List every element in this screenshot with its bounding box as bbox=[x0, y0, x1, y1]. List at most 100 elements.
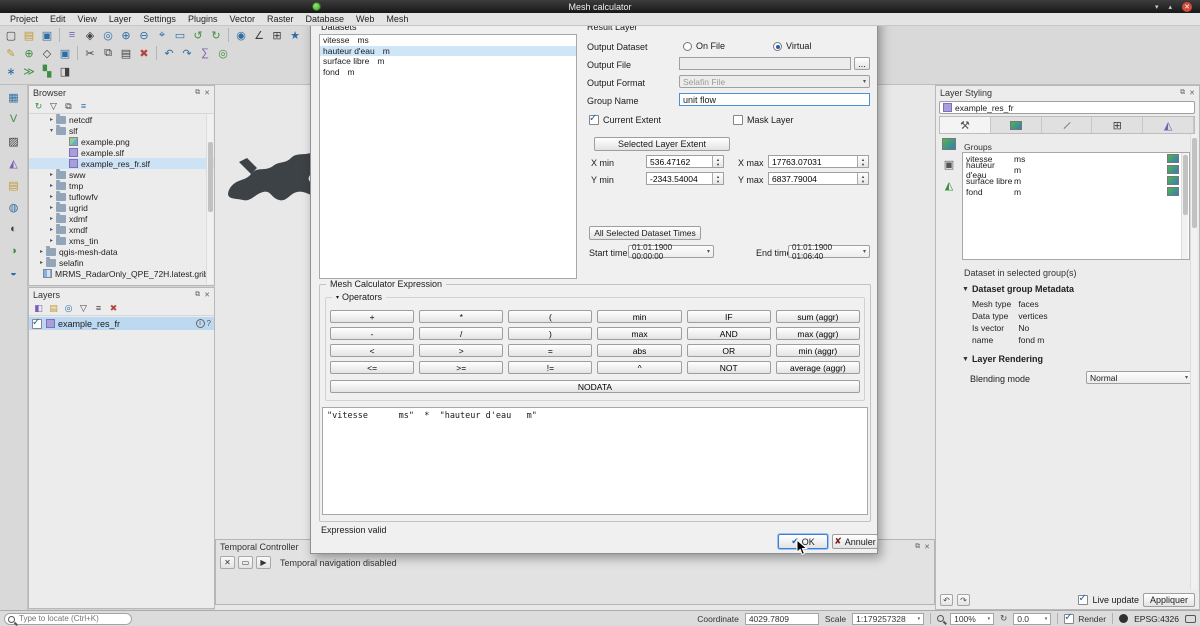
operator-button[interactable]: <= bbox=[330, 361, 414, 374]
remove-layer-icon[interactable]: ✖ bbox=[107, 302, 120, 315]
dataset-item[interactable]: surface librem bbox=[320, 56, 576, 67]
symbology-tab-icon[interactable] bbox=[942, 138, 956, 150]
python-console-icon[interactable]: ≫ bbox=[21, 63, 37, 79]
menu-project[interactable]: Project bbox=[4, 14, 44, 24]
x-min-spinbox[interactable]: ▴▾ bbox=[646, 155, 724, 168]
cut-features-icon[interactable]: ✂ bbox=[82, 45, 98, 61]
temporal-navigation-off-button[interactable]: ✕ bbox=[220, 556, 235, 569]
group-name-input[interactable] bbox=[679, 93, 870, 106]
tab-vectors[interactable]: — bbox=[1042, 117, 1093, 133]
tab-datasets[interactable]: ⚒ bbox=[940, 117, 991, 133]
tree-item[interactable]: ▸ netcdf bbox=[29, 114, 214, 125]
expand-icon[interactable]: ▸ bbox=[47, 226, 56, 233]
operator-button[interactable]: min (aggr) bbox=[776, 344, 860, 357]
filter-legend-icon[interactable]: ▽ bbox=[77, 302, 90, 315]
zoom-to-selection-icon[interactable]: ◎ bbox=[100, 27, 116, 43]
save-project-icon[interactable]: ▣ bbox=[39, 27, 55, 43]
radio-icon[interactable] bbox=[683, 42, 692, 51]
crs-button[interactable]: EPSG:4326 bbox=[1134, 614, 1179, 624]
float-panel-icon[interactable]: ⧉ bbox=[195, 291, 200, 299]
operator-button[interactable]: ^ bbox=[597, 361, 681, 374]
processing-toolbox-icon[interactable]: ∗ bbox=[3, 63, 19, 79]
on-file-radio[interactable]: On File bbox=[683, 41, 725, 51]
expand-icon[interactable]: ▸ bbox=[37, 248, 46, 255]
browser-properties-icon[interactable]: ≡ bbox=[77, 100, 90, 113]
redo-icon[interactable]: ↷ bbox=[179, 45, 195, 61]
delete-selected-icon[interactable]: ✖ bbox=[136, 45, 152, 61]
collapse-icon[interactable]: ▾ bbox=[336, 294, 339, 301]
tree-item-selected[interactable]: example_res_fr.slf bbox=[29, 158, 214, 169]
operator-button[interactable]: IF bbox=[687, 310, 771, 323]
expand-icon[interactable]: ▸ bbox=[47, 182, 56, 189]
bookmarks-icon[interactable]: ★ bbox=[287, 27, 303, 43]
zoom-full-icon[interactable]: ▭ bbox=[172, 27, 188, 43]
new-project-icon[interactable]: ▢ bbox=[3, 27, 19, 43]
y-min-spinbox[interactable]: ▴▾ bbox=[646, 172, 724, 185]
color-ramp-swatch[interactable] bbox=[1167, 154, 1179, 163]
menu-raster[interactable]: Raster bbox=[261, 14, 300, 24]
add-delimited-text-icon[interactable]: ▤ bbox=[6, 177, 22, 193]
section-collapse-icon[interactable]: ▼ bbox=[962, 356, 969, 363]
tree-item[interactable]: ▸ tuflowfv bbox=[29, 191, 214, 202]
layer-visibility-checkbox[interactable] bbox=[32, 319, 42, 329]
tree-item[interactable]: ▸ xmdf bbox=[29, 224, 214, 235]
temporal-fixed-range-button[interactable]: ▭ bbox=[238, 556, 253, 569]
y-max-spinbox[interactable]: ▴▾ bbox=[768, 172, 869, 185]
tree-item[interactable]: ▸ xdmf bbox=[29, 213, 214, 224]
apply-button[interactable]: Appliquer bbox=[1143, 593, 1195, 607]
tree-item[interactable]: ▸ tmp bbox=[29, 180, 214, 191]
operator-button[interactable]: NOT bbox=[687, 361, 771, 374]
scale-combo[interactable]: 1:179257328 ▾ bbox=[852, 613, 924, 625]
all-selected-dataset-times-button[interactable]: All Selected Dataset Times bbox=[589, 226, 701, 240]
tree-item[interactable]: ▸ selafin bbox=[29, 257, 214, 268]
tab-averaging[interactable]: ⊞ bbox=[1092, 117, 1143, 133]
layer-indicator-icon[interactable]: i bbox=[196, 319, 205, 328]
grass-tools-icon[interactable]: ▚ bbox=[39, 63, 55, 79]
color-ramp-swatch[interactable] bbox=[1167, 165, 1179, 174]
browser-scrollbar[interactable] bbox=[206, 114, 213, 284]
tree-item[interactable]: ▾ slf bbox=[29, 125, 214, 136]
locator-input[interactable] bbox=[19, 614, 129, 624]
snapping-icon[interactable]: ◎ bbox=[215, 45, 231, 61]
locator-search[interactable] bbox=[4, 613, 132, 625]
y-max-input[interactable] bbox=[769, 173, 856, 184]
add-feature-icon[interactable]: ⊕ bbox=[21, 45, 37, 61]
checkbox-checked-icon[interactable] bbox=[1078, 595, 1088, 605]
layer-rendering-section-header[interactable]: ▼ Layer Rendering bbox=[962, 354, 1043, 364]
x-min-input[interactable] bbox=[647, 156, 711, 167]
group-item[interactable]: fond m bbox=[963, 186, 1189, 197]
menu-layer[interactable]: Layer bbox=[103, 14, 138, 24]
selected-layer-extent-button[interactable]: Selected Layer Extent bbox=[594, 137, 730, 151]
add-mesh-layer-icon[interactable]: ◭ bbox=[6, 155, 22, 171]
styling-scrollbar[interactable] bbox=[1190, 134, 1197, 589]
close-panel-icon[interactable]: ✕ bbox=[204, 291, 210, 299]
close-panel-icon[interactable]: ✕ bbox=[924, 543, 930, 551]
tree-item[interactable]: example.png bbox=[29, 136, 214, 147]
checkbox-checked-icon[interactable] bbox=[1064, 614, 1074, 624]
filter-browser-icon[interactable]: ▽ bbox=[47, 100, 60, 113]
zoom-last-icon[interactable]: ↺ bbox=[190, 27, 206, 43]
browse-output-file-button[interactable]: ... bbox=[854, 57, 870, 70]
open-layer-styling-icon[interactable]: ◧ bbox=[32, 302, 45, 315]
section-collapse-icon[interactable]: ▼ bbox=[962, 286, 969, 293]
output-format-combo[interactable]: Selafin File ▾ bbox=[679, 75, 870, 88]
copy-features-icon[interactable]: ⧉ bbox=[100, 45, 116, 61]
float-panel-icon[interactable]: ⧉ bbox=[1180, 89, 1185, 97]
dataset-item[interactable]: fondm bbox=[320, 67, 576, 78]
open-project-icon[interactable]: ▤ bbox=[21, 27, 37, 43]
identify-features-icon[interactable]: ◉ bbox=[233, 27, 249, 43]
data-source-manager-icon[interactable]: ▦ bbox=[6, 89, 22, 105]
zoom-out-icon[interactable]: ⊖ bbox=[136, 27, 152, 43]
y-min-input[interactable] bbox=[647, 173, 711, 184]
add-raster-layer-icon[interactable]: ▨ bbox=[6, 133, 22, 149]
collapse-all-icon[interactable]: ⧉ bbox=[62, 100, 75, 113]
expand-icon[interactable]: ▸ bbox=[47, 204, 56, 211]
expand-icon[interactable]: ▸ bbox=[47, 215, 56, 222]
menu-mesh[interactable]: Mesh bbox=[380, 14, 414, 24]
tab-mesh-frame[interactable]: ◭ bbox=[1143, 117, 1194, 133]
elevation-tab-icon[interactable]: ◭ bbox=[945, 179, 953, 192]
cancel-button[interactable]: ✘ Annuler bbox=[832, 534, 878, 549]
tree-item[interactable]: ▸ ugrid bbox=[29, 202, 214, 213]
blending-mode-combo[interactable]: Normal ▾ bbox=[1086, 371, 1192, 384]
messages-icon[interactable] bbox=[1185, 615, 1196, 623]
